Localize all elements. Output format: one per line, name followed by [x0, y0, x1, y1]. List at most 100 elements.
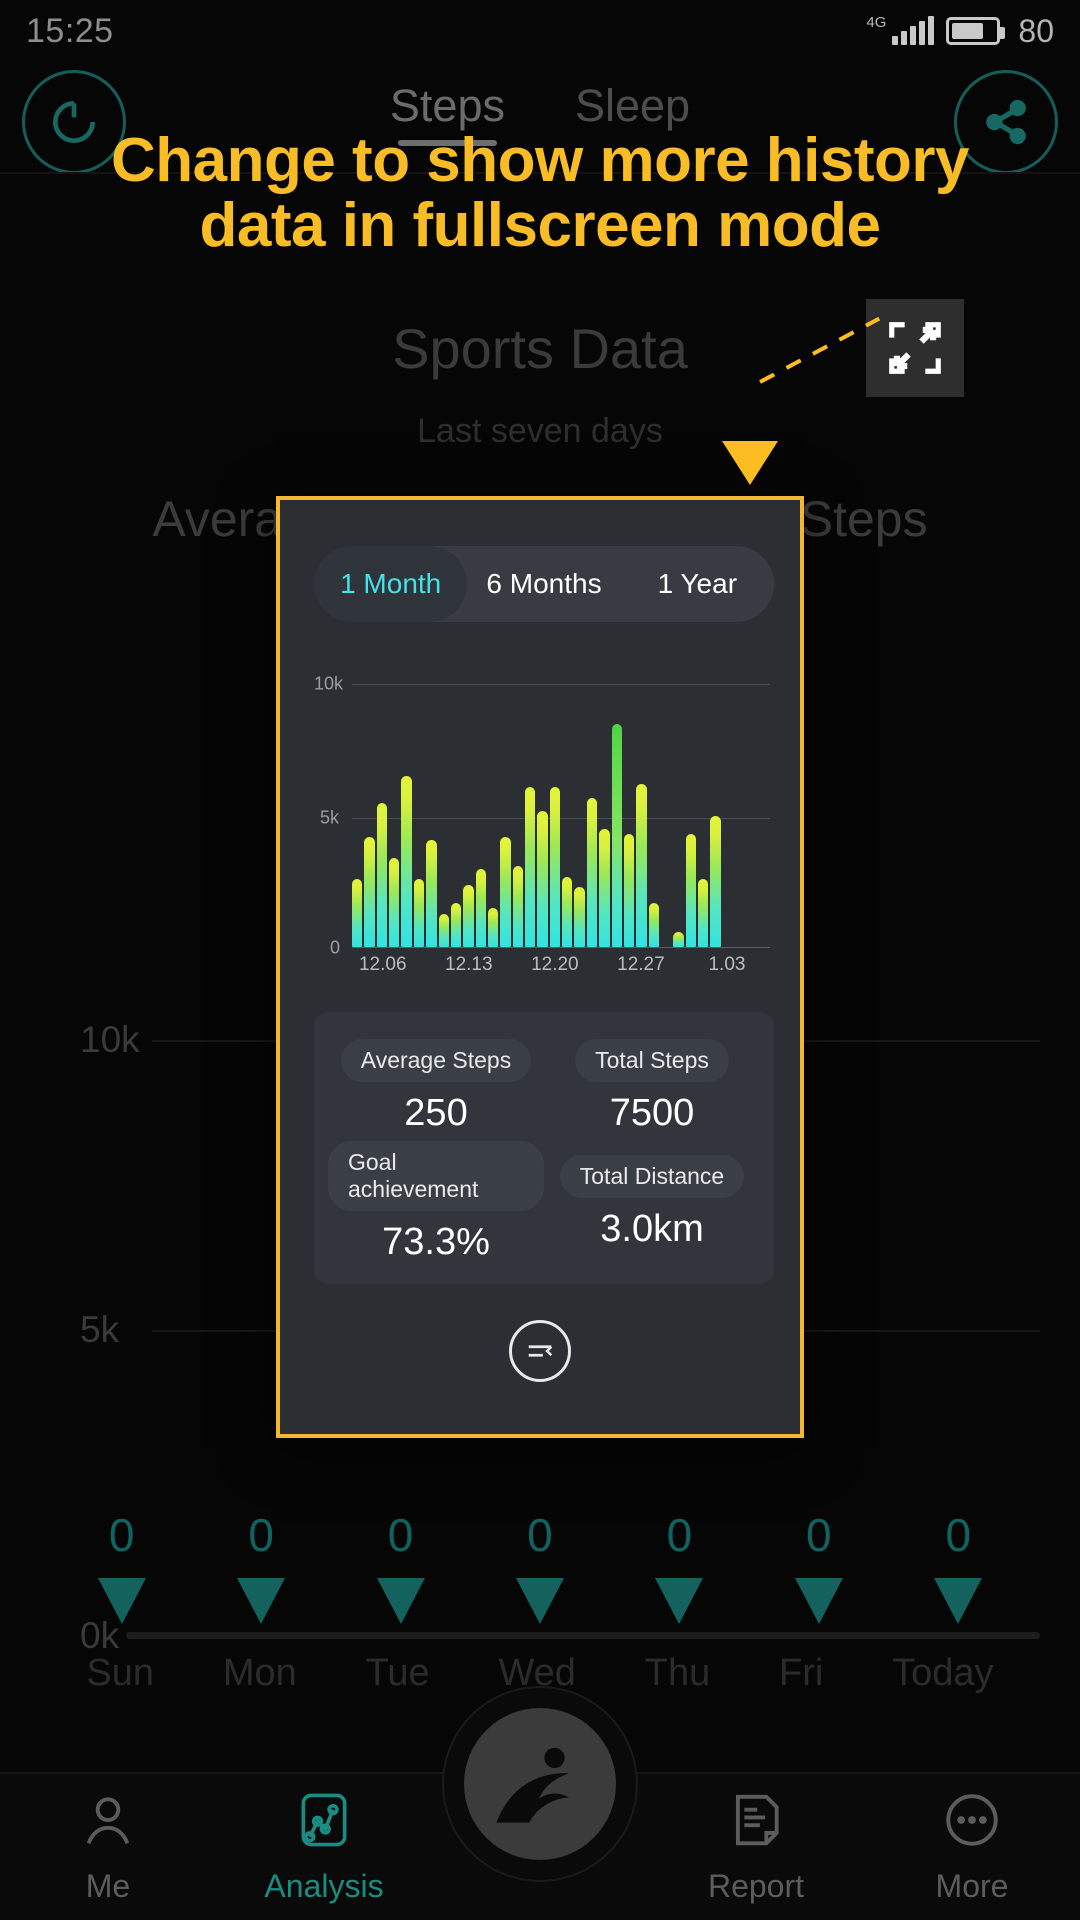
chart-bar — [376, 802, 388, 948]
nav-item-me[interactable]: Me — [0, 1789, 216, 1905]
marker-triangle-icon — [655, 1578, 704, 1624]
week-markers-row — [0, 1578, 1080, 1624]
chart-bar — [698, 879, 709, 948]
chart-bar — [636, 784, 647, 948]
chart-x-label: 12.06 — [358, 954, 407, 975]
chart-bar — [500, 837, 511, 948]
chart-bar — [401, 776, 412, 948]
week-day-mon: Mon — [222, 1652, 297, 1694]
chart-bar — [673, 932, 684, 948]
nav-item-report[interactable]: Report — [648, 1789, 864, 1905]
stat-total-distance: Total Distance 3.0km — [544, 1141, 760, 1264]
stat-label-total-steps: Total Steps — [575, 1038, 729, 1082]
marker-triangle-icon — [376, 1578, 425, 1624]
nav-label-me: Me — [85, 1868, 131, 1904]
brand-runner-logo[interactable] — [442, 1686, 638, 1882]
week-value-wed: 0 — [527, 1509, 553, 1561]
nav-item-more[interactable]: More — [864, 1789, 1080, 1905]
chart-x-label: 12.27 — [617, 954, 665, 975]
marker-triangle-icon — [237, 1578, 286, 1624]
stat-total-steps: Total Steps 7500 — [544, 1032, 760, 1141]
week-value-today: 0 — [945, 1509, 972, 1561]
stat-value-total-distance: 3.0km — [600, 1207, 704, 1250]
chart-bar — [487, 908, 499, 948]
page-subtitle: Last seven days — [417, 412, 663, 450]
chart-analysis-icon — [293, 1789, 355, 1856]
stat-goal-achievement: Goal achievement 73.3% — [328, 1141, 544, 1264]
marker-triangle-icon — [934, 1578, 983, 1624]
stat-value-total-steps: 7500 — [609, 1091, 695, 1134]
week-day-thu: Thu — [644, 1652, 711, 1694]
network-type-label: 4G — [866, 13, 887, 31]
chart-bar — [537, 810, 548, 948]
week-value-tue: 0 — [387, 1509, 414, 1561]
annotation-callout: Change to show more history data in full… — [0, 128, 1080, 258]
chart-x-labels: 12.06 12.13 12.20 12.27 1.03 — [352, 950, 770, 980]
chart-bar — [574, 887, 585, 948]
chart-ytick-10k: 10k — [314, 673, 344, 694]
week-values-row: 0 0 0 0 0 0 0 — [0, 1508, 1080, 1562]
nav-label-analysis: Analysis — [264, 1868, 384, 1904]
chart-x-label: 12.13 — [445, 954, 493, 975]
week-day-fri: Fri — [779, 1652, 824, 1694]
range-tab-1-month[interactable]: 1 Month — [314, 546, 468, 622]
chart-x-label: 12.20 — [531, 954, 579, 975]
app-root: 15:25 4G 80 Steps Sleep Sports Data Last… — [0, 0, 1080, 1920]
chart-bar — [611, 723, 622, 948]
stat-value-average-steps: 250 — [404, 1091, 468, 1134]
marker-triangle-icon — [515, 1578, 564, 1624]
annotation-line-1: Change to show more history — [110, 126, 970, 195]
collapse-toggle-icon[interactable] — [509, 1320, 571, 1382]
chart-bar — [648, 903, 659, 948]
week-day-today: Today — [892, 1652, 994, 1694]
more-dots-icon — [941, 1789, 1003, 1856]
history-dialog: 1 Month 6 Months 1 Year 10k 5k 0 12.06 12… — [276, 496, 804, 1438]
status-bar-time: 15:25 — [26, 11, 114, 50]
week-value-sun: 0 — [108, 1509, 135, 1561]
chart-bar — [450, 903, 462, 948]
week-value-thu: 0 — [666, 1509, 693, 1561]
chart-bar — [562, 876, 573, 948]
fullscreen-expand-icon[interactable] — [866, 299, 964, 397]
bg-axis-label-10k: 10k — [80, 1019, 140, 1060]
nav-label-report: Report — [707, 1868, 805, 1904]
bg-axis-label-5k: 5k — [80, 1309, 120, 1350]
chart-bar — [364, 837, 375, 948]
chart-x-axis — [352, 947, 770, 948]
range-tab-1-year[interactable]: 1 Year — [621, 546, 774, 622]
chart-bar — [389, 858, 400, 948]
chart-bar — [623, 834, 635, 948]
chart-bars — [352, 684, 770, 948]
chart-bar — [475, 868, 486, 948]
week-value-mon: 0 — [248, 1509, 274, 1561]
stats-panel: Average Steps 250 Total Steps 7500 Goal … — [314, 1012, 774, 1284]
nav-item-analysis[interactable]: Analysis — [216, 1789, 432, 1905]
range-segmented-control: 1 Month 6 Months 1 Year — [314, 546, 774, 622]
chart-bar — [685, 834, 697, 948]
triangle-pointer-icon — [722, 441, 778, 485]
week-value-fri: 0 — [806, 1509, 832, 1561]
person-icon — [77, 1789, 139, 1856]
chart-bar — [413, 879, 425, 948]
marker-triangle-icon — [794, 1578, 843, 1624]
nav-label-more: More — [935, 1868, 1009, 1904]
stat-value-goal-achievement: 73.3% — [382, 1221, 490, 1263]
week-day-sun: Sun — [86, 1652, 155, 1694]
chart-bar — [426, 839, 437, 948]
chart-bar — [525, 786, 536, 948]
chart-bar — [710, 816, 721, 948]
chart-bar — [512, 866, 524, 948]
chart-bar — [352, 879, 363, 948]
history-bar-chart: 10k 5k 0 12.06 12.13 12.20 12.27 1.03 — [314, 674, 774, 980]
battery-percent-label: 80 — [1018, 12, 1054, 49]
chart-bar — [438, 913, 449, 948]
runner-glyph-icon — [464, 1708, 616, 1860]
stat-average-steps: Average Steps 250 — [328, 1032, 544, 1141]
chart-ytick-5k: 5k — [320, 807, 340, 828]
range-tab-6-months[interactable]: 6 Months — [467, 546, 620, 622]
signal-bars-icon — [892, 16, 935, 45]
chart-x-label: 1.03 — [708, 954, 746, 975]
stat-label-goal-achievement: Goal achievement — [328, 1141, 544, 1211]
stats-grid: Average Steps 250 Total Steps 7500 Goal … — [328, 1032, 760, 1264]
chart-bar — [549, 786, 561, 948]
